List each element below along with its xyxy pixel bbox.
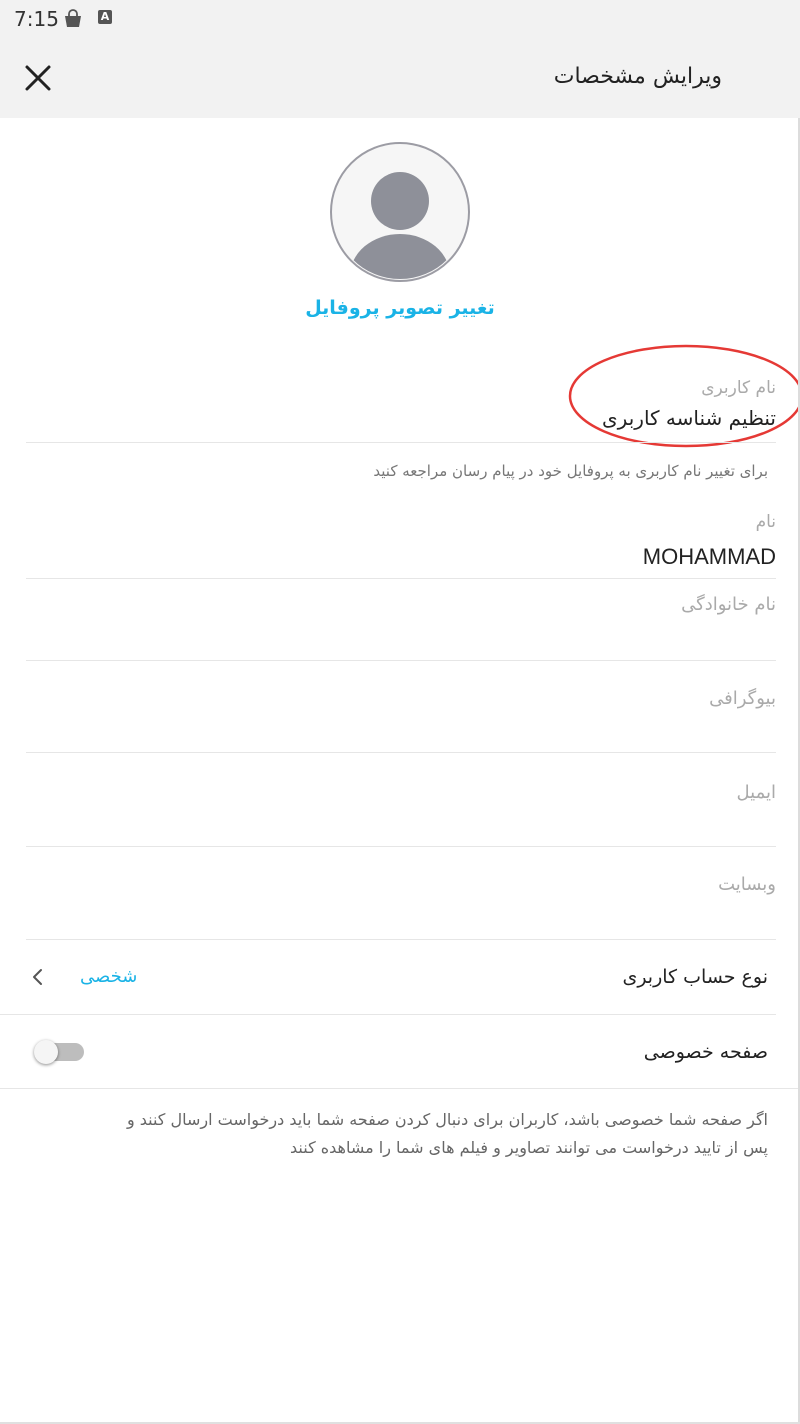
bio-field[interactable]: بیوگرافی	[26, 688, 776, 748]
divider	[26, 752, 776, 753]
divider	[26, 442, 776, 443]
toggle-knob	[34, 1040, 58, 1064]
private-hint-line-2: پس از تایید درخواست می توانند تصاویر و ف…	[290, 1138, 768, 1157]
shopping-bag-icon	[65, 9, 81, 27]
status-time: 7:15	[14, 7, 59, 31]
bio-placeholder: بیوگرافی	[709, 688, 776, 709]
account-type-value[interactable]: شخصی	[80, 966, 137, 987]
website-field[interactable]: وبسایت	[26, 874, 776, 934]
divider	[26, 846, 776, 847]
email-placeholder: ایمیل	[736, 782, 776, 803]
divider	[0, 1088, 800, 1089]
last-name-placeholder: نام خانوادگی	[681, 594, 776, 615]
page-title: ویرایش مشخصات	[553, 64, 722, 89]
private-page-hint: اگر صفحه شما خصوصی باشد، کاربران برای دن…	[48, 1106, 768, 1162]
first-name-field[interactable]: نام MOHAMMAD	[26, 512, 776, 578]
divider	[26, 660, 776, 661]
first-name-value: MOHAMMAD	[642, 544, 776, 569]
account-type-label[interactable]: نوع حساب کاربری	[622, 966, 768, 988]
chevron-left-icon[interactable]	[30, 966, 46, 988]
change-photo-link[interactable]: تغییر تصویر پروفایل	[0, 297, 800, 319]
first-name-label: نام	[755, 512, 776, 532]
divider	[26, 578, 776, 579]
divider	[0, 1014, 776, 1015]
app-bar: ویرایش مشخصات	[0, 38, 800, 118]
email-field[interactable]: ایمیل	[26, 782, 776, 842]
private-page-label: صفحه خصوصی	[643, 1041, 768, 1063]
username-hint: برای تغییر نام کاربری به پروفایل خود در …	[373, 462, 768, 480]
last-name-field[interactable]: نام خانوادگی	[26, 594, 776, 658]
person-icon[interactable]	[330, 142, 470, 282]
status-bar: 7:15 A	[0, 0, 800, 38]
close-icon[interactable]	[20, 60, 56, 96]
divider	[26, 939, 776, 940]
private-hint-line-1: اگر صفحه شما خصوصی باشد، کاربران برای دن…	[126, 1110, 768, 1129]
annotation-ellipse	[568, 344, 800, 448]
private-page-toggle[interactable]	[34, 1040, 84, 1064]
app-store-icon: A	[98, 10, 112, 24]
website-placeholder: وبسایت	[718, 874, 776, 895]
